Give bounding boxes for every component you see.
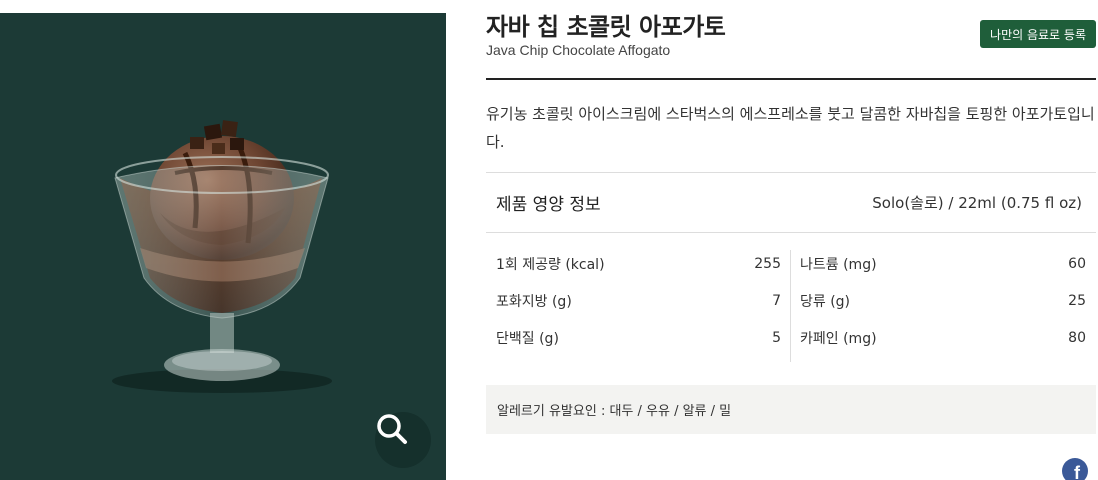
nutrition-label: 카페인 (mg) [800, 330, 877, 347]
nutrition-value: 255 [754, 255, 781, 272]
nutrition-row: 단백질 (g) 5 [496, 319, 781, 356]
nutrition-row: 당류 (g) 25 [800, 282, 1086, 319]
nutrition-label: 포화지방 (g) [496, 293, 572, 310]
facebook-icon[interactable]: f [1062, 458, 1088, 480]
allergy-info: 알레르기 유발요인 : 대두 / 우유 / 알류 / 밀 [486, 385, 1096, 434]
nutrition-value: 25 [1068, 292, 1086, 309]
nutrition-value: 7 [772, 292, 781, 309]
product-description: 유기농 초콜릿 아이스크림에 스타벅스의 에스프레소를 붓고 달콤한 자바칩을 … [486, 105, 1095, 151]
zoom-icon [377, 414, 407, 444]
serving-size: Solo(솔로) / 22ml (0.75 fl oz) [872, 194, 1082, 212]
nutrition-header: 제품 영양 정보 [496, 195, 601, 215]
divider [486, 232, 1096, 233]
product-title: 자바 칩 초콜릿 아포가토 [486, 13, 726, 41]
nutrition-row: 포화지방 (g) 7 [496, 282, 781, 319]
zoom-button[interactable] [375, 412, 431, 468]
product-image [0, 13, 446, 480]
nutrition-column-left: 1회 제공량 (kcal) 255 포화지방 (g) 7 단백질 (g) 5 [496, 245, 781, 356]
column-divider [790, 250, 791, 362]
divider [486, 172, 1096, 173]
nutrition-label: 단백질 (g) [496, 330, 559, 347]
nutrition-label: 당류 (g) [800, 293, 851, 310]
title-divider [486, 78, 1096, 80]
nutrition-value: 80 [1068, 329, 1086, 346]
allergy-text: 알레르기 유발요인 : 대두 / 우유 / 알류 / 밀 [497, 404, 732, 419]
product-title-english: Java Chip Chocolate Affogato [486, 42, 671, 58]
affogato-illustration [112, 120, 332, 393]
nutrition-label: 나트륨 (mg) [800, 256, 877, 273]
register-my-drink-button[interactable]: 나만의 음료로 등록 [980, 20, 1096, 48]
nutrition-row: 1회 제공량 (kcal) 255 [496, 245, 781, 282]
facebook-glyph: f [1074, 463, 1080, 480]
nutrition-label: 1회 제공량 (kcal) [496, 256, 605, 273]
product-info: 자바 칩 초콜릿 아포가토 Java Chip Chocolate Affoga… [486, 0, 1096, 480]
nutrition-value: 60 [1068, 255, 1086, 272]
nutrition-row: 카페인 (mg) 80 [800, 319, 1086, 356]
nutrition-column-right: 나트륨 (mg) 60 당류 (g) 25 카페인 (mg) 80 [800, 245, 1086, 356]
nutrition-value: 5 [772, 329, 781, 346]
nutrition-row: 나트륨 (mg) 60 [800, 245, 1086, 282]
